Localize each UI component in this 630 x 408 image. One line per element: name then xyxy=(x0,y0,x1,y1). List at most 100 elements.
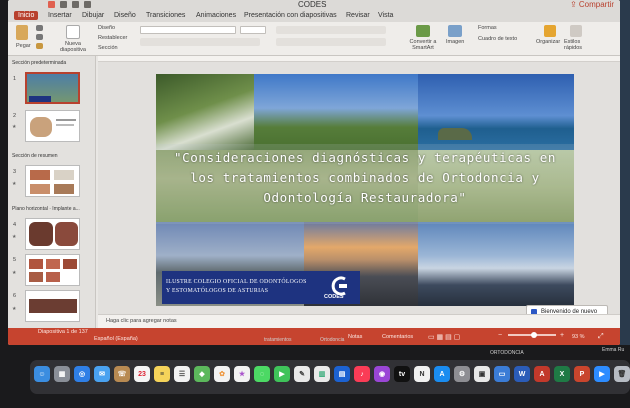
desktop-file-label[interactable]: Emma Ru xyxy=(602,347,624,353)
redo-icon[interactable] xyxy=(84,1,91,8)
tab-diseno[interactable]: Diseño xyxy=(110,11,140,20)
status-bar: Diapositiva 1 de 137 Español (España) No… xyxy=(8,328,620,345)
arrange-icon[interactable] xyxy=(544,25,556,37)
slide-thumbnail-5[interactable] xyxy=(25,254,80,286)
fit-slide-icon[interactable]: ⤢ xyxy=(598,333,604,341)
mail-icon[interactable]: ✉ xyxy=(94,366,110,382)
close-window-icon[interactable] xyxy=(48,1,55,8)
undo-icon[interactable] xyxy=(72,1,79,8)
font-size-input[interactable] xyxy=(240,26,266,34)
photo-hills xyxy=(254,74,418,150)
contacts-icon[interactable]: ☏ xyxy=(114,366,130,382)
codes-logo-text: CODES xyxy=(324,294,344,300)
reset-button[interactable]: Restablecer xyxy=(98,35,127,41)
app-store-icon[interactable]: A xyxy=(434,366,450,382)
image-icon[interactable] xyxy=(448,25,462,37)
alignment-buttons[interactable] xyxy=(276,38,386,46)
pages-icon[interactable]: ✎ xyxy=(294,366,310,382)
maps-icon[interactable]: ◆ xyxy=(194,366,210,382)
slide-thumbnail-panel[interactable]: Sección predeterminada 1 2 ★ Sección de … xyxy=(8,56,96,328)
system-preferences-icon[interactable]: ⚙ xyxy=(454,366,470,382)
section-title[interactable]: Plano horizontal · Implante a... xyxy=(12,206,80,212)
arrange-label: Organizar xyxy=(536,39,561,45)
launchpad-icon[interactable]: ▦ xyxy=(54,366,70,382)
smartart-icon[interactable] xyxy=(416,25,430,37)
zoom-slider-knob[interactable] xyxy=(531,332,538,338)
font-format-buttons[interactable] xyxy=(140,38,260,46)
reminders-icon[interactable]: ☰ xyxy=(174,366,190,382)
preview-icon[interactable]: ▣ xyxy=(474,366,490,382)
desktop-file-label[interactable]: tratamientos xyxy=(264,337,292,343)
messages-icon[interactable]: ◌ xyxy=(254,366,270,382)
tab-revisar[interactable]: Revisar xyxy=(342,11,374,20)
zoom-app-icon[interactable]: ▶ xyxy=(594,366,610,382)
layout-button[interactable]: Diseño xyxy=(98,25,115,31)
tab-animaciones[interactable]: Animaciones xyxy=(192,11,240,20)
section-title[interactable]: Sección de resumen xyxy=(12,153,58,159)
paste-icon[interactable] xyxy=(16,25,28,40)
files-icon[interactable]: ▭ xyxy=(494,366,510,382)
photos-icon[interactable]: ✿ xyxy=(214,366,230,382)
current-slide[interactable]: "Consideraciones diagnósticas y terapéut… xyxy=(156,74,574,306)
font-name-input[interactable] xyxy=(140,26,236,34)
slide-title[interactable]: "Consideraciones diagnósticas y terapéut… xyxy=(172,148,558,208)
section-title[interactable]: Sección predeterminada xyxy=(12,60,66,66)
language-status[interactable]: Español (España) xyxy=(94,336,138,342)
tab-presentacion[interactable]: Presentación con diapositivas xyxy=(240,11,341,20)
tab-vista[interactable]: Vista xyxy=(374,11,397,20)
notes-app-icon[interactable]: ≡ xyxy=(154,366,170,382)
star-icon: ★ xyxy=(12,124,17,130)
section-button[interactable]: Sección xyxy=(98,45,118,51)
notes-placeholder[interactable]: Haga clic para agregar notas xyxy=(106,318,177,324)
slide-thumbnail-6[interactable] xyxy=(25,290,80,322)
copy-icon[interactable] xyxy=(36,34,43,40)
tab-inicio[interactable]: Inicio xyxy=(14,11,39,20)
comments-toggle[interactable]: Comentarios xyxy=(382,334,413,340)
slide-editing-area[interactable]: "Consideraciones diagnósticas y terapéut… xyxy=(98,62,620,314)
notes-pane[interactable]: Haga clic para agregar notas xyxy=(98,314,620,328)
zoom-out-icon[interactable]: − xyxy=(498,332,502,339)
keynote-icon[interactable]: ▤ xyxy=(334,366,350,382)
notes-toggle[interactable]: Notas xyxy=(348,334,362,340)
desktop-file-label[interactable]: Ortodoncia xyxy=(320,337,344,343)
cut-icon[interactable] xyxy=(36,25,43,31)
news-icon[interactable]: N xyxy=(414,366,430,382)
zoom-slider[interactable] xyxy=(508,332,556,338)
zoom-in-icon[interactable]: + xyxy=(560,332,564,339)
slide-thumbnail-4[interactable] xyxy=(25,218,80,250)
view-buttons[interactable]: ▭ ▦ ▤ ▢ xyxy=(428,333,460,341)
slide-thumbnail-2[interactable] xyxy=(25,110,80,142)
music-icon[interactable]: ♪ xyxy=(354,366,370,382)
desktop-file-label[interactable]: ORTODONCIA xyxy=(490,350,524,356)
photo-tree xyxy=(156,74,254,150)
finder-icon[interactable]: ☺ xyxy=(34,366,50,382)
paragraph-buttons[interactable] xyxy=(276,26,386,34)
textbox-button[interactable]: Cuadro de texto xyxy=(478,36,517,42)
facetime-icon[interactable]: ▶ xyxy=(274,366,290,382)
star-app-icon[interactable]: ★ xyxy=(234,366,250,382)
format-painter-icon[interactable] xyxy=(36,43,43,49)
slide-thumbnail-1[interactable] xyxy=(25,72,80,104)
powerpoint-icon[interactable]: P xyxy=(574,366,590,382)
new-slide-icon[interactable] xyxy=(66,25,80,39)
tab-insertar[interactable]: Insertar xyxy=(44,11,76,20)
slide-thumbnail-3[interactable] xyxy=(25,165,80,197)
ribbon-tabs: Inicio Insertar Dibujar Diseño Transicio… xyxy=(8,10,620,22)
safari-icon[interactable]: ◎ xyxy=(74,366,90,382)
numbers-icon[interactable]: ▥ xyxy=(314,366,330,382)
tab-dibujar[interactable]: Dibujar xyxy=(78,11,108,20)
calendar-icon[interactable]: 23 xyxy=(134,366,150,382)
share-button[interactable]: ⇪ Compartir xyxy=(570,0,614,9)
tab-transiciones[interactable]: Transiciones xyxy=(142,11,189,20)
word-icon[interactable]: W xyxy=(514,366,530,382)
acrobat-icon[interactable]: A xyxy=(534,366,550,382)
quick-styles-icon[interactable] xyxy=(570,25,582,37)
trash-icon[interactable]: 🗑 xyxy=(614,366,630,382)
apple-tv-icon[interactable]: tv xyxy=(394,366,410,382)
podcasts-icon[interactable]: ◉ xyxy=(374,366,390,382)
zoom-level[interactable]: 93 % xyxy=(572,334,585,340)
shapes-button[interactable]: Formas xyxy=(478,25,497,31)
slide-number: 2 xyxy=(13,113,17,119)
excel-icon[interactable]: X xyxy=(554,366,570,382)
save-icon[interactable] xyxy=(60,1,67,8)
